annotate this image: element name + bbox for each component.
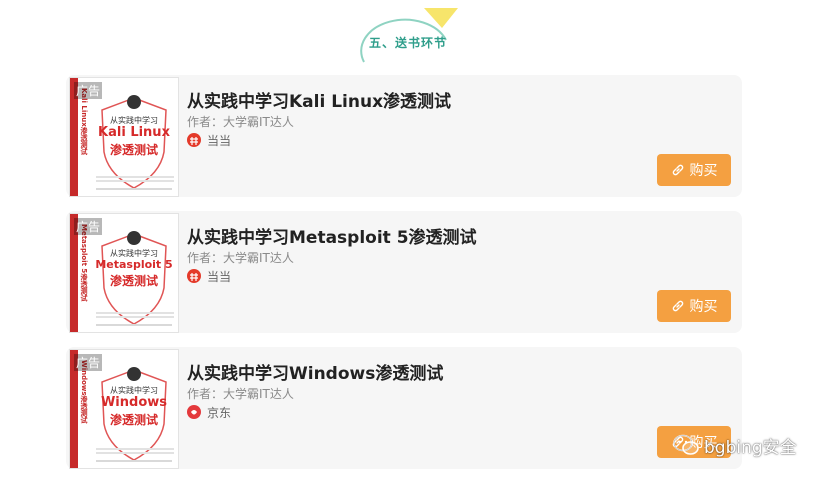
buy-button[interactable]: 购买	[657, 154, 731, 186]
ad-tag: 广告	[74, 218, 103, 235]
buy-button-label: 购买	[689, 299, 718, 315]
book-card[interactable]: Kali Linux渗透测试 从实践中学习 Kali Linux 渗透测试 广告…	[66, 75, 742, 197]
jd-icon	[187, 405, 201, 419]
cover-main-title-2: 渗透测试	[109, 274, 158, 288]
wechat-icon	[673, 434, 699, 455]
shop-name: 当当	[207, 133, 232, 148]
cover-main-title: Windows	[100, 395, 168, 410]
cover-main-title: Kali Linux	[98, 125, 170, 140]
book-cover[interactable]: Kali Linux渗透测试 从实践中学习 Kali Linux 渗透测试 广告	[69, 77, 179, 197]
link-icon	[672, 300, 683, 312]
section-title: 五、送书环节	[368, 36, 447, 50]
book-title[interactable]: 从实践中学习Windows渗透测试	[187, 359, 443, 384]
section-header-badge: 五、送书环节	[346, 6, 460, 66]
book-author: 作者：大学霸IT达人	[187, 115, 294, 129]
book-title[interactable]: 从实践中学习Kali Linux渗透测试	[187, 87, 451, 112]
dangdang-icon	[187, 269, 201, 283]
buy-button-label: 购买	[689, 163, 718, 179]
shop-info: 当当	[187, 268, 231, 284]
book-author: 作者：大学霸IT达人	[187, 251, 294, 265]
shop-name: 京东	[207, 405, 232, 420]
shop-info: 京东	[187, 404, 231, 420]
shop-info: 当当	[187, 132, 231, 148]
book-cover[interactable]: Metasploit 5渗透测试 从实践中学习 Metasploit 5 渗透测…	[69, 213, 179, 333]
buy-button[interactable]: 购买	[657, 290, 731, 322]
book-card[interactable]: Metasploit 5渗透测试 从实践中学习 Metasploit 5 渗透测…	[66, 211, 742, 333]
book-card[interactable]: Windows渗透测试 从实践中学习 Windows 渗透测试 广告 从实践中学…	[66, 347, 742, 469]
cover-main-title-2: 渗透测试	[109, 413, 158, 427]
book-author: 作者：大学霸IT达人	[187, 387, 294, 401]
cover-spine-text: Metasploit 5渗透测试	[80, 224, 88, 302]
watermark: bgbing安全	[672, 430, 797, 460]
book-cover[interactable]: Windows渗透测试 从实践中学习 Windows 渗透测试 广告	[69, 349, 179, 469]
book-title[interactable]: 从实践中学习Metasploit 5渗透测试	[187, 223, 477, 248]
dangdang-icon	[187, 133, 201, 147]
ad-tag: 广告	[74, 82, 103, 99]
cover-main-title-2: 渗透测试	[109, 143, 158, 157]
cover-main-title: Metasploit 5	[95, 258, 173, 271]
ad-tag: 广告	[74, 354, 103, 371]
watermark-text: bgbing安全	[704, 437, 797, 458]
link-icon	[672, 164, 683, 176]
shop-name: 当当	[207, 269, 232, 284]
